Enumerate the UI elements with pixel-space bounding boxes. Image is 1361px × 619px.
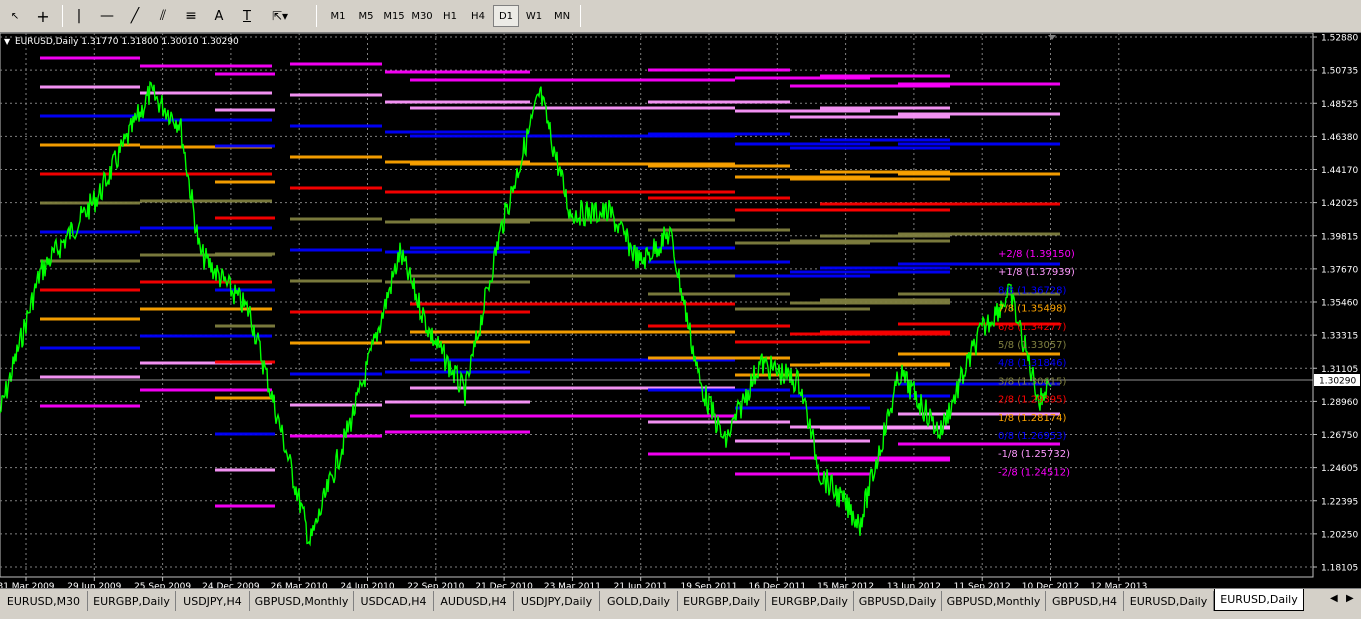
timeframe-mn-button[interactable]: MN	[549, 5, 575, 27]
chart-tab[interactable]: AUDUSD,H4	[434, 591, 514, 611]
price-tick-label: 1.22395	[1321, 497, 1358, 507]
murrey-level-label: +1/8 (1.37939)	[998, 267, 1075, 278]
price-tick-label: 1.37670	[1321, 265, 1358, 275]
toolbar-separator	[580, 5, 581, 27]
chart-canvas[interactable]: 1.52880 1.50735 1.48525 1.46380 1.44170 1.420…	[0, 33, 1361, 588]
price-tick-label: 1.44170	[1321, 166, 1358, 176]
murrey-level-label: -1/8 (1.25732)	[998, 449, 1070, 460]
price-tick-label: 1.20250	[1321, 530, 1358, 540]
price-chart[interactable]: 1.52880 1.50735 1.48525 1.46380 1.44170 1.420…	[0, 33, 1361, 588]
murrey-level-label: 8/8 (1.36728)	[998, 285, 1067, 296]
timeframe-h4-button[interactable]: H4	[465, 5, 491, 27]
price-tick-label: 1.50735	[1321, 67, 1358, 77]
crosshair-icon[interactable]: +	[32, 5, 54, 27]
murrey-level-label: 6/8 (1.34277)	[998, 322, 1067, 333]
timeframe-m1-button[interactable]: M1	[325, 5, 351, 27]
vertical-line-icon[interactable]: |	[68, 5, 90, 27]
chart-shift-icon	[1048, 35, 1056, 40]
chart-tab[interactable]: EURUSD,Daily	[1124, 591, 1214, 611]
fibonacci-icon[interactable]: ≡	[180, 5, 202, 27]
chart-menu-icon: ▼	[4, 37, 11, 46]
timeframe-d1-button[interactable]: D1	[493, 5, 519, 27]
murrey-level-label: 5/8 (1.33057)	[998, 340, 1067, 351]
price-tick-label: 1.18105	[1321, 564, 1358, 574]
cursor-icon[interactable]: ↖	[4, 5, 26, 27]
murrey-level-label: 4/8 (1.31846)	[998, 358, 1067, 369]
price-tick-label: 1.24605	[1321, 464, 1358, 474]
horizontal-line-icon[interactable]: —	[96, 5, 118, 27]
chart-tab[interactable]: USDJPY,Daily	[514, 591, 600, 611]
toolbar-separator	[316, 5, 317, 27]
price-tick-label: 1.35460	[1321, 299, 1358, 309]
chart-tab[interactable]: GBPUSD,Monthly	[942, 591, 1046, 611]
price-tick-label: 1.52880	[1321, 34, 1358, 44]
murrey-level-label: 2/8 (1.29395)	[998, 395, 1067, 406]
price-tick-label: 1.31105	[1321, 365, 1358, 375]
chart-tab[interactable]: GBPUSD,Monthly	[250, 591, 354, 611]
chart-tab[interactable]: USDJPY,H4	[176, 591, 250, 611]
chart-tab[interactable]: GBPUSD,Daily	[854, 591, 942, 611]
chart-tab[interactable]: EURGBP,Daily	[88, 591, 176, 611]
chart-tab[interactable]: GOLD,Daily	[600, 591, 678, 611]
timeframe-w1-button[interactable]: W1	[521, 5, 547, 27]
text-icon[interactable]: A	[208, 5, 230, 27]
equidistant-channel-icon[interactable]: ⫽	[152, 5, 174, 27]
chart-tab-active[interactable]: EURUSD,Daily	[1214, 589, 1304, 611]
chart-tab[interactable]: EURUSD,M30	[0, 591, 88, 611]
murrey-level-label: +2/8 (1.39150)	[998, 249, 1075, 260]
price-tick-label: 1.39815	[1321, 232, 1358, 242]
toolbar-separator	[62, 5, 63, 27]
chart-tab[interactable]: GBPUSD,H4	[1046, 591, 1124, 611]
price-tick-label: 1.42025	[1321, 199, 1358, 209]
price-tick-label: 1.48525	[1321, 100, 1358, 110]
current-price-label: 1.30290	[1319, 377, 1356, 387]
murrey-level-label: -2/8 (1.24512)	[998, 467, 1070, 478]
chart-tabs-bar: EURUSD,M30 EURGBP,Daily USDJPY,H4 GBPUSD…	[0, 588, 1361, 619]
price-tick-label: 1.33315	[1321, 332, 1358, 342]
chart-tab[interactable]: USDCAD,H4	[354, 591, 434, 611]
murrey-level-label: 0/8 (1.26953)	[998, 431, 1067, 442]
price-tick-label: 1.28960	[1321, 398, 1358, 408]
murrey-level-label: 1/8 (1.28174)	[998, 413, 1067, 424]
tab-scroll-right-icon[interactable]: ▶	[1346, 593, 1354, 604]
arrows-dropdown-icon[interactable]: ⇱▾	[264, 5, 296, 27]
price-tick-label: 1.46380	[1321, 133, 1358, 143]
toolbar: ↖ + | — ╱ ⫽ ≡ A T ⇱▾ M1 M5 M15 M30 H1 H4…	[0, 0, 1361, 33]
chart-tab[interactable]: EURGBP,Daily	[678, 591, 766, 611]
tab-scroll-left-icon[interactable]: ◀	[1330, 593, 1338, 604]
chart-header: EURUSD,Daily 1.31770 1.31800 1.30010 1.3…	[15, 37, 239, 47]
timeframe-m30-button[interactable]: M30	[409, 5, 435, 27]
text-label-icon[interactable]: T	[236, 5, 258, 27]
chart-tab[interactable]: EURGBP,Daily	[766, 591, 854, 611]
murrey-level-label: 7/8 (1.35498)	[998, 304, 1067, 315]
trendline-icon[interactable]: ╱	[124, 5, 146, 27]
timeframe-h1-button[interactable]: H1	[437, 5, 463, 27]
timeframe-m15-button[interactable]: M15	[381, 5, 407, 27]
timeframe-m5-button[interactable]: M5	[353, 5, 379, 27]
murrey-level-label: 3/8 (1.30615)	[998, 376, 1067, 387]
price-tick-label: 1.26750	[1321, 431, 1358, 441]
